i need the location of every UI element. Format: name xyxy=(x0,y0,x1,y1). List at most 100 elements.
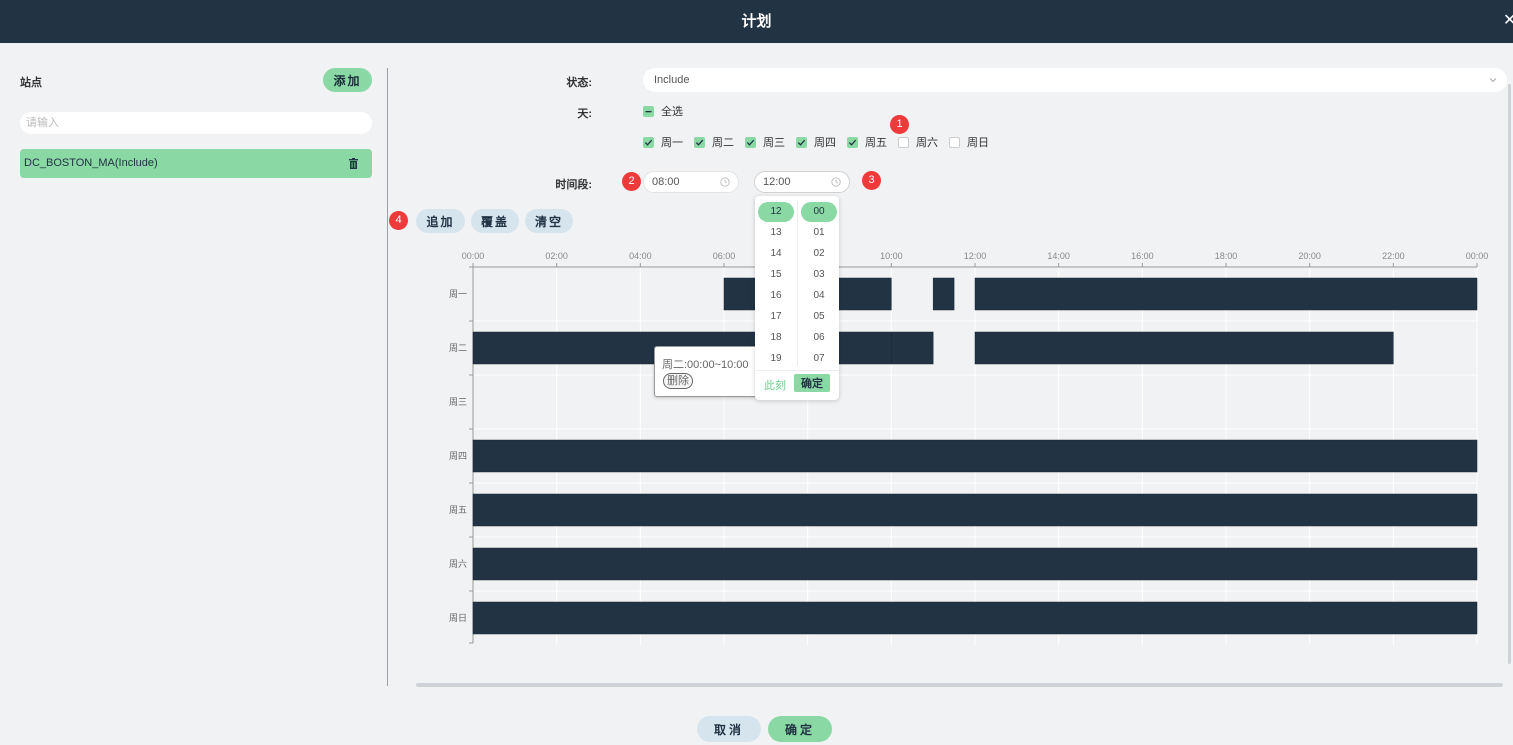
status-select-value: Include xyxy=(654,74,690,86)
overwrite-button[interactable]: 覆盖 xyxy=(471,209,519,233)
check-icon xyxy=(644,139,653,146)
cancel-button[interactable]: 取消 xyxy=(697,716,761,742)
hour-option[interactable]: 13 xyxy=(758,222,794,243)
chevron-down-icon xyxy=(1489,78,1497,83)
trash-icon[interactable] xyxy=(349,158,358,169)
day-label-sat: 周六 xyxy=(916,137,938,149)
day-checkbox-wed[interactable] xyxy=(745,137,756,148)
chart-row-label: 周六 xyxy=(449,558,467,569)
hour-column[interactable]: 12 13 14 15 16 17 18 19 xyxy=(758,202,794,369)
hour-option[interactable]: 17 xyxy=(758,306,794,327)
day-checkbox-mon[interactable] xyxy=(643,137,654,148)
schedule-bar[interactable] xyxy=(472,547,1478,581)
schedule-chart[interactable]: 00:0002:0004:0006:0008:0010:0012:0014:00… xyxy=(440,245,1500,650)
dialog-header: 计划 ✕ xyxy=(0,0,1513,43)
chart-x-tick-label: 00:00 xyxy=(1466,251,1489,261)
hour-option[interactable]: 18 xyxy=(758,327,794,348)
minute-option[interactable]: 04 xyxy=(801,285,837,306)
day-checkbox-sun[interactable] xyxy=(949,137,960,148)
day-label-wed: 周三 xyxy=(763,137,785,149)
tooltip-text: 周二:00:00~10:00 xyxy=(662,359,749,371)
clock-icon xyxy=(720,177,730,187)
hour-option[interactable]: 14 xyxy=(758,243,794,264)
minute-option[interactable]: 02 xyxy=(801,243,837,264)
chart-x-tick-label: 22:00 xyxy=(1382,251,1405,261)
hour-option[interactable]: 12 xyxy=(758,202,794,222)
hour-option[interactable]: 19 xyxy=(758,348,794,369)
days-label: 天: xyxy=(577,108,592,120)
day-label-mon: 周一 xyxy=(661,137,683,149)
close-icon[interactable]: ✕ xyxy=(1503,11,1513,31)
station-item[interactable]: DC_BOSTON_MA(Include) xyxy=(20,149,372,178)
end-time-value: 12:00 xyxy=(763,176,791,188)
check-icon xyxy=(695,139,704,146)
minute-option[interactable]: 01 xyxy=(801,222,837,243)
start-time-value: 08:00 xyxy=(652,176,680,188)
chart-x-tick-label: 16:00 xyxy=(1131,251,1154,261)
annotation-badge-4: 4 xyxy=(389,211,408,230)
chart-row-label: 周日 xyxy=(449,613,467,623)
minute-option[interactable]: 03 xyxy=(801,264,837,285)
time-picker-ok-button[interactable]: 确定 xyxy=(794,374,830,392)
minus-icon xyxy=(645,111,652,113)
add-station-button[interactable]: 添加 xyxy=(323,68,372,92)
day-label-tue: 周二 xyxy=(712,137,734,149)
annotation-badge-1: 1 xyxy=(890,115,909,134)
append-button[interactable]: 追加 xyxy=(416,209,465,233)
schedule-bar[interactable] xyxy=(974,277,1478,311)
day-checkbox-fri[interactable] xyxy=(847,137,858,148)
schedule-bar[interactable] xyxy=(472,493,1478,527)
minute-option[interactable]: 07 xyxy=(801,348,837,369)
day-checkbox-tue[interactable] xyxy=(694,137,705,148)
check-icon xyxy=(797,139,806,146)
minute-column[interactable]: 00 01 02 03 04 05 06 07 xyxy=(801,202,837,369)
chart-row-label: 周三 xyxy=(449,397,467,407)
minute-option[interactable]: 00 xyxy=(801,202,837,222)
clear-button[interactable]: 清空 xyxy=(525,209,573,233)
annotation-badge-2: 2 xyxy=(622,172,641,191)
select-all-checkbox[interactable] xyxy=(643,106,654,117)
start-time-input[interactable]: 08:00 xyxy=(643,171,739,193)
day-label-sun: 周日 xyxy=(967,137,989,149)
chart-x-tick-label: 14:00 xyxy=(1047,251,1070,261)
time-picker-popup: 12 13 14 15 16 17 18 19 00 01 02 03 04 05 06 07 此刻 确定 xyxy=(755,196,839,400)
station-item-label: DC_BOSTON_MA(Include) xyxy=(24,157,158,169)
station-search-input[interactable] xyxy=(20,112,372,134)
horizontal-scrollbar[interactable] xyxy=(416,683,1503,687)
status-label: 状态: xyxy=(566,77,592,89)
chart-x-tick-label: 04:00 xyxy=(629,251,652,261)
time-picker-footer-divider xyxy=(755,370,839,371)
day-label-thu: 周四 xyxy=(814,137,836,149)
panel-divider xyxy=(387,68,388,686)
minute-option[interactable]: 06 xyxy=(801,327,837,348)
schedule-bar[interactable] xyxy=(974,331,1394,365)
chart-x-tick-label: 06:00 xyxy=(713,251,736,261)
schedule-bar[interactable] xyxy=(472,439,1478,473)
schedule-bar[interactable] xyxy=(932,277,955,311)
time-picker-now-button[interactable]: 此刻 xyxy=(764,377,786,393)
status-select[interactable]: Include xyxy=(643,68,1507,92)
chart-row-label: 周五 xyxy=(449,505,467,515)
confirm-button[interactable]: 确定 xyxy=(768,716,832,742)
vertical-scrollbar[interactable] xyxy=(1508,84,1511,664)
chart-x-tick-label: 12:00 xyxy=(964,251,987,261)
hour-option[interactable]: 16 xyxy=(758,285,794,306)
minute-option[interactable]: 05 xyxy=(801,306,837,327)
hour-option[interactable]: 15 xyxy=(758,264,794,285)
check-icon xyxy=(746,139,755,146)
day-checkbox-thu[interactable] xyxy=(796,137,807,148)
select-all-label: 全选 xyxy=(661,106,683,118)
time-picker-separator xyxy=(797,200,798,366)
chart-x-tick-label: 20:00 xyxy=(1298,251,1321,261)
chart-row-label: 周二 xyxy=(449,343,467,353)
check-icon xyxy=(848,139,857,146)
chart-x-tick-label: 18:00 xyxy=(1215,251,1238,261)
schedule-bar[interactable] xyxy=(472,601,1478,635)
schedule-bar[interactable] xyxy=(891,331,934,365)
delete-segment-button[interactable]: 删除 xyxy=(663,373,693,389)
clock-icon xyxy=(831,177,841,187)
chart-x-tick-label: 10:00 xyxy=(880,251,903,261)
chart-row-label: 周一 xyxy=(449,289,467,299)
day-checkbox-sat[interactable] xyxy=(898,137,909,148)
end-time-input[interactable]: 12:00 xyxy=(754,171,850,193)
